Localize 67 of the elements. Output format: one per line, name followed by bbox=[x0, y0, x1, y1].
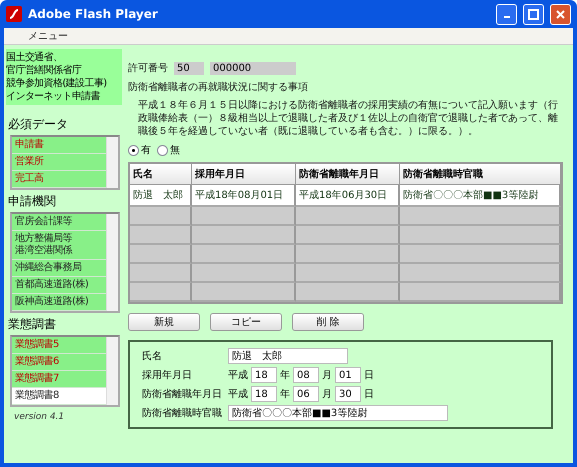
era-label: 平成 bbox=[228, 368, 248, 382]
scrollbar[interactable] bbox=[106, 337, 118, 405]
scrollbar[interactable] bbox=[106, 214, 118, 311]
menu-item[interactable]: メニュー bbox=[28, 29, 68, 43]
group-label: 必須データ bbox=[8, 116, 69, 133]
action-button[interactable]: 削 除 bbox=[292, 313, 364, 331]
column-header[interactable]: 採用年月日 bbox=[192, 164, 296, 185]
era-label: 平成 bbox=[228, 388, 248, 401]
list-item[interactable]: 申請書 bbox=[12, 137, 106, 154]
table-cell: 平成18年08月01日 bbox=[192, 185, 296, 207]
permit-label: 許可番号 bbox=[128, 62, 168, 75]
column-header[interactable]: 氏名 bbox=[130, 164, 192, 185]
list-item[interactable]: 業態調書8 bbox=[12, 388, 106, 405]
date-field[interactable]: 06 bbox=[293, 386, 319, 402]
app-heading: 国土交通省、 官庁営繕関係省庁 競争参加資格(建設工事) インターネット申請書 bbox=[6, 49, 122, 105]
list-item[interactable]: 官房会計課等 bbox=[12, 214, 106, 231]
field-label: 防衛省離職時官職 bbox=[142, 406, 222, 420]
scrollbar[interactable] bbox=[106, 137, 118, 188]
permit-number: 000000 bbox=[210, 62, 296, 74]
unit-label: 年 bbox=[280, 388, 290, 401]
list-item[interactable]: 営業所 bbox=[12, 154, 106, 171]
version-label: version 4.1 bbox=[14, 412, 66, 422]
field-label: 防衛省離職年月日 bbox=[142, 388, 222, 401]
list-item[interactable]: 首都高速道路(株) bbox=[12, 277, 106, 294]
group-label: 申請機関 bbox=[8, 193, 57, 210]
date-field[interactable]: 08 bbox=[293, 367, 319, 383]
maximize-button[interactable] bbox=[523, 4, 544, 24]
description-text: 平成１８年６月１５日以降における防衛省離職者の採用実績の有無について記入願います（行政職俸給表（一）８級相当以上で退職した者及び１佐以上の自衛官で退職した者であって、離職後５年を経過していない者（既に退職している者も含む。）に限る。）。 bbox=[138, 99, 559, 138]
list-item[interactable]: 業態調書6 bbox=[12, 354, 106, 371]
date-field[interactable]: 18 bbox=[251, 386, 277, 402]
table-cell: 防衛省〇〇〇本部■■3等陸尉 bbox=[400, 185, 561, 207]
flash-logo-icon bbox=[6, 6, 22, 22]
minimize-button[interactable] bbox=[496, 4, 517, 24]
column-header[interactable]: 防衛省離職年月日 bbox=[296, 164, 400, 185]
permit-number: 50 bbox=[174, 62, 204, 74]
radio-option[interactable]: 無 bbox=[157, 143, 180, 157]
date-field[interactable]: 30 bbox=[335, 386, 361, 402]
group-label: 業態調書 bbox=[8, 316, 57, 333]
action-button[interactable]: コピー bbox=[210, 313, 282, 331]
table-cell: 平成18年06月30日 bbox=[296, 185, 400, 207]
close-icon bbox=[555, 8, 566, 20]
list-item[interactable]: 業態調書5 bbox=[12, 337, 106, 354]
unit-label: 日 bbox=[364, 388, 374, 401]
section-title: 防衛省離職者の再就職状況に関する事項 bbox=[128, 80, 309, 94]
list-item[interactable]: 完工高 bbox=[12, 171, 106, 188]
minimize-icon bbox=[504, 16, 510, 18]
list-item[interactable]: 阪神高速道路(株) bbox=[12, 294, 106, 311]
window-title: Adobe Flash Player bbox=[28, 7, 159, 21]
unit-label: 月 bbox=[322, 388, 332, 401]
field-label: 氏名 bbox=[142, 350, 163, 363]
name-field[interactable]: 防退 太郎 bbox=[228, 348, 348, 364]
list-item[interactable]: 地方整備局等 港湾空港関係 bbox=[12, 231, 106, 260]
close-button[interactable] bbox=[550, 4, 571, 24]
field-label: 採用年月日 bbox=[142, 369, 193, 382]
post-field[interactable]: 防衛省〇〇〇本部■■3等陸尉 bbox=[228, 405, 448, 421]
maximize-icon bbox=[528, 8, 539, 20]
date-field[interactable]: 18 bbox=[251, 367, 277, 383]
list-item[interactable]: 業態調書7 bbox=[12, 371, 106, 388]
table-cell: 防退 太郎 bbox=[130, 185, 192, 207]
column-header[interactable]: 防衛省離職時官職 bbox=[400, 164, 561, 185]
unit-label: 月 bbox=[322, 369, 332, 382]
radio-option[interactable]: 有 bbox=[128, 143, 151, 157]
unit-label: 年 bbox=[280, 369, 290, 382]
action-button[interactable]: 新規 bbox=[128, 313, 200, 331]
list-item[interactable]: 沖縄総合事務局 bbox=[12, 260, 106, 277]
date-field[interactable]: 01 bbox=[335, 367, 361, 383]
unit-label: 日 bbox=[364, 369, 374, 382]
